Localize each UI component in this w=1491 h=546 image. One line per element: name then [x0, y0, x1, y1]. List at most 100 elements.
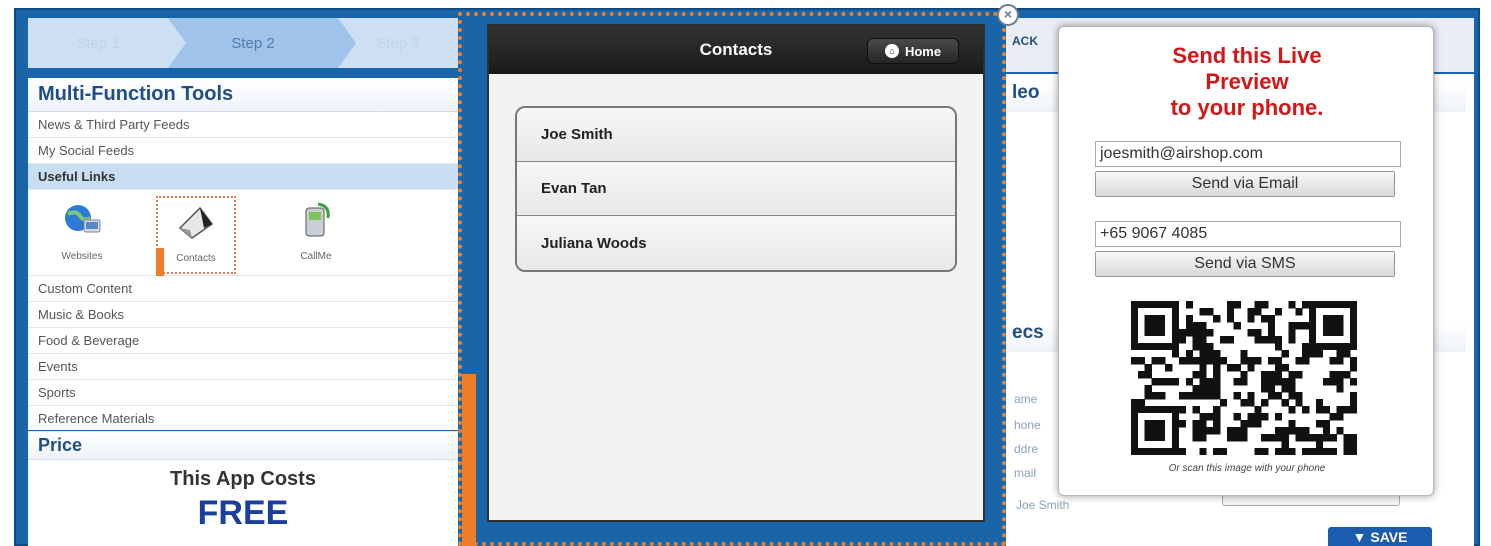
qr-module — [1343, 406, 1351, 414]
tool-category-item[interactable]: My Social Feeds — [28, 138, 458, 164]
tool-category-item[interactable]: Custom Content — [28, 276, 458, 302]
popup-title-line: Send this Live — [1172, 43, 1322, 68]
qr-module — [1165, 378, 1173, 386]
qr-module — [1172, 378, 1180, 386]
qr-module — [1233, 392, 1241, 400]
qr-module — [1315, 434, 1324, 442]
qr-module — [1288, 336, 1296, 344]
qr-module — [1274, 336, 1282, 344]
qr-module — [1261, 448, 1269, 455]
qr-module — [1302, 357, 1310, 365]
qr-module — [1233, 434, 1241, 442]
qr-module — [1261, 413, 1269, 421]
qr-module — [1131, 399, 1139, 407]
qr-module — [1240, 427, 1248, 435]
callme-tile[interactable]: CallMe — [276, 196, 356, 274]
price-value: FREE — [197, 494, 289, 532]
step-2-label: Step 2 — [231, 34, 275, 52]
qr-module — [1192, 336, 1200, 344]
qr-module — [1322, 420, 1330, 428]
qr-module — [1288, 406, 1296, 414]
qr-module — [1185, 350, 1193, 358]
qr-module — [1336, 406, 1344, 414]
phone-field[interactable]: +65 9067 4085 — [1095, 221, 1401, 247]
qr-module — [1274, 343, 1282, 351]
back-button[interactable]: ACK — [1012, 34, 1038, 48]
qr-module — [1295, 357, 1303, 365]
qr-module — [1274, 308, 1282, 316]
qr-module — [1247, 357, 1255, 365]
tool-category-item-selected[interactable]: Useful Links — [28, 164, 458, 190]
contact-item[interactable]: Joe Smith — [517, 108, 955, 162]
qr-module — [1192, 329, 1200, 337]
qr-module — [1185, 392, 1193, 400]
qr-module — [1199, 308, 1207, 316]
qr-module — [1144, 385, 1152, 393]
qr-caption: Or scan this image with your phone — [1168, 463, 1326, 474]
contacts-tile[interactable]: Contacts — [156, 196, 236, 276]
qr-module — [1206, 427, 1214, 435]
tool-category-item[interactable]: Music & Books — [28, 302, 458, 328]
qr-module — [1185, 378, 1193, 386]
qr-module — [1281, 385, 1289, 393]
qr-module — [1350, 399, 1357, 407]
send-email-button[interactable]: Send via Email — [1095, 171, 1395, 197]
qr-module — [1281, 434, 1289, 442]
tool-category-item[interactable]: Sports — [28, 380, 458, 406]
qr-module — [1329, 371, 1337, 379]
step-2-tab[interactable]: Step 2 — [168, 18, 338, 68]
multi-function-tools-panel: Multi-Function Tools News & Third Party … — [28, 78, 458, 432]
send-sms-button[interactable]: Send via SMS — [1095, 251, 1395, 277]
qr-module — [1350, 364, 1357, 372]
tool-category-item[interactable]: News & Third Party Feeds — [28, 112, 458, 138]
qr-module — [1267, 434, 1276, 442]
qr-module — [1343, 350, 1351, 358]
save-button[interactable]: ▼ SAVE — [1328, 527, 1432, 546]
qr-module — [1199, 336, 1207, 344]
qr-module — [1288, 448, 1296, 455]
contact-name: Joe Smith — [1016, 498, 1070, 512]
step-3-tab[interactable]: Step 3 — [338, 18, 458, 68]
step-1-tab[interactable]: Step 1 — [28, 18, 168, 68]
tool-category-item[interactable]: Events — [28, 354, 458, 380]
qr-module — [1220, 357, 1228, 365]
qr-module — [1213, 315, 1221, 323]
qr-module — [1220, 448, 1228, 455]
qr-module — [1336, 413, 1344, 421]
send-preview-popup: Send this Live Preview to your phone. jo… — [1058, 26, 1434, 496]
qr-finder — [1144, 315, 1166, 336]
qr-module — [1281, 427, 1289, 435]
qr-module — [1350, 406, 1357, 414]
qr-module — [1213, 413, 1221, 421]
qr-module — [1185, 329, 1193, 337]
qr-module — [1240, 371, 1248, 379]
home-button[interactable]: ⌂ Home — [867, 38, 959, 64]
qr-module — [1336, 378, 1344, 386]
qr-module — [1199, 322, 1207, 330]
qr-module — [1274, 357, 1282, 365]
qr-module — [1267, 392, 1276, 400]
close-icon[interactable]: × — [997, 4, 1019, 26]
contact-item[interactable]: Juliana Woods — [517, 216, 955, 270]
qr-module — [1213, 371, 1221, 379]
qr-module — [1233, 364, 1241, 372]
tool-category-item[interactable]: Reference Materials — [28, 406, 458, 432]
qr-module — [1302, 301, 1310, 309]
qr-module — [1226, 308, 1235, 316]
qr-code-image — [1131, 301, 1357, 455]
qr-module — [1192, 357, 1200, 365]
qr-module — [1274, 364, 1282, 372]
qr-module — [1199, 350, 1207, 358]
qr-module — [1267, 336, 1276, 344]
qr-module — [1267, 329, 1276, 337]
qr-module — [1302, 343, 1310, 351]
tool-category-item[interactable]: Food & Beverage — [28, 328, 458, 354]
contact-item[interactable]: Evan Tan — [517, 162, 955, 216]
qr-module — [1158, 357, 1166, 365]
websites-tile[interactable]: Websites — [42, 196, 122, 274]
email-field[interactable]: joesmith@airshop.com — [1095, 141, 1401, 167]
qr-module — [1192, 343, 1200, 351]
qr-module — [1192, 385, 1200, 393]
qr-module — [1336, 427, 1344, 435]
qr-module — [1213, 406, 1221, 414]
